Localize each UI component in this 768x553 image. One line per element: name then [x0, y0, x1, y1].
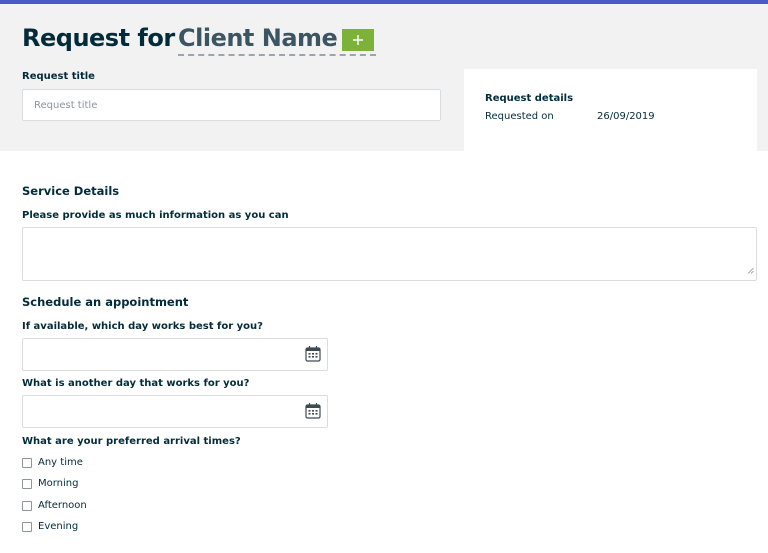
arrival-option-afternoon[interactable]: Afternoon [22, 500, 87, 511]
arrival-times-label: What are your preferred arrival times? [22, 436, 241, 447]
arrival-option-any-time[interactable]: Any time [22, 457, 83, 468]
request-title-label: Request title [22, 71, 95, 82]
checkbox[interactable] [22, 500, 32, 511]
request-details-title: Request details [485, 93, 574, 104]
first-day-date-input[interactable] [22, 338, 328, 371]
add-client-button[interactable] [342, 29, 374, 51]
service-info-label: Please provide as much information as yo… [22, 210, 289, 221]
resize-handle-icon[interactable] [747, 259, 754, 278]
client-name-underline [178, 54, 376, 56]
checkbox-label: Morning [38, 478, 79, 489]
checkbox[interactable] [22, 521, 32, 532]
request-title-input[interactable]: Request title [22, 89, 441, 121]
arrival-option-morning[interactable]: Morning [22, 478, 78, 489]
requested-on-label: Requested on [485, 111, 554, 122]
request-details-card: Request details Requested on 26/09/2019 [464, 69, 757, 151]
arrival-option-evening[interactable]: Evening [22, 521, 78, 532]
service-details-heading: Service Details [22, 184, 120, 198]
calendar-icon[interactable] [305, 402, 321, 423]
requested-on-value: 26/09/2019 [597, 111, 655, 122]
checkbox-label: Afternoon [38, 500, 87, 511]
page-title: Request for [22, 24, 175, 52]
checkbox[interactable] [22, 478, 32, 489]
request-title-placeholder: Request title [34, 100, 98, 111]
checkbox-label: Evening [38, 521, 79, 532]
service-info-textarea[interactable] [22, 227, 757, 281]
client-name-selector[interactable]: Client Name [178, 24, 338, 52]
checkbox-label: Any time [38, 457, 83, 468]
calendar-icon[interactable] [305, 345, 321, 366]
schedule-heading: Schedule an appointment [22, 295, 189, 309]
second-day-date-input[interactable] [22, 395, 328, 428]
second-day-label: What is another day that works for you? [22, 378, 250, 389]
checkbox[interactable] [22, 457, 32, 468]
plus-icon [352, 34, 364, 46]
first-day-label: If available, which day works best for y… [22, 321, 263, 332]
